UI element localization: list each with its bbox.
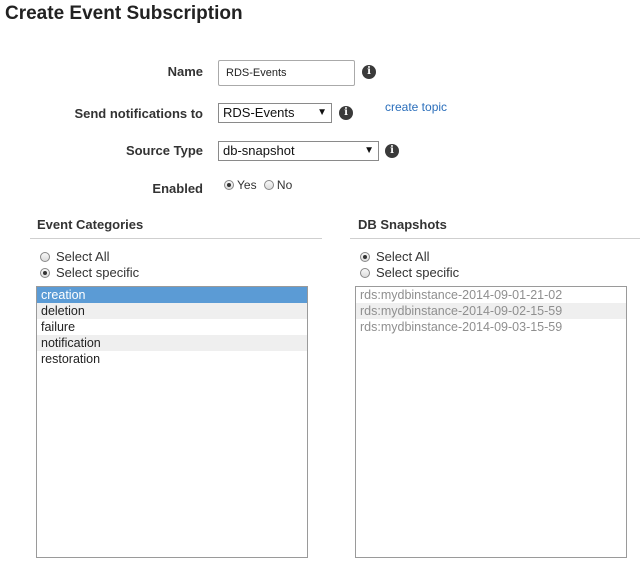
enabled-no-radio[interactable] bbox=[263, 180, 274, 190]
list-item[interactable]: failure bbox=[37, 319, 307, 335]
send-notifications-select[interactable]: RDS-Events ▼ bbox=[218, 103, 332, 123]
db-snapshots-select-specific-label: Select specific bbox=[376, 265, 460, 280]
event-categories-select-all-radio[interactable] bbox=[40, 252, 50, 262]
event-categories-rule bbox=[30, 238, 322, 239]
send-notifications-value: RDS-Events bbox=[223, 105, 295, 120]
event-categories-listbox[interactable]: creation deletion failure notification r… bbox=[36, 286, 308, 558]
event-categories-select-specific-radio[interactable] bbox=[40, 268, 50, 278]
name-label: Name bbox=[167, 64, 203, 79]
event-categories-select-all-option[interactable]: Select All bbox=[40, 249, 109, 264]
enabled-yes-label: Yes bbox=[237, 178, 257, 192]
event-categories-select-specific-label: Select specific bbox=[56, 265, 140, 280]
list-item[interactable]: restoration bbox=[37, 351, 307, 367]
db-snapshots-select-all-option[interactable]: Select All bbox=[360, 249, 429, 264]
enabled-yes-option[interactable]: Yes bbox=[224, 178, 257, 192]
send-notifications-info-icon[interactable]: i bbox=[339, 106, 353, 120]
db-snapshots-select-specific-radio[interactable] bbox=[360, 268, 370, 278]
list-item: rds:mydbinstance-2014-09-02-15-59 bbox=[356, 303, 626, 319]
db-snapshots-select-all-radio[interactable] bbox=[360, 252, 370, 262]
page-title: Create Event Subscription bbox=[5, 3, 243, 24]
event-categories-select-all-label: Select All bbox=[56, 249, 110, 264]
event-categories-title: Event Categories bbox=[37, 217, 144, 232]
event-categories-select-specific-option[interactable]: Select specific bbox=[40, 265, 139, 280]
list-item: rds:mydbinstance-2014-09-03-15-59 bbox=[360, 320, 563, 334]
source-type-label: Source Type bbox=[125, 143, 203, 158]
source-type-select[interactable]: db-snapshot ▼ bbox=[218, 141, 379, 161]
create-topic-link[interactable]: create topic bbox=[385, 100, 447, 114]
list-item[interactable]: deletion bbox=[37, 303, 307, 319]
source-type-info-icon[interactable]: i bbox=[385, 144, 399, 158]
db-snapshots-rule bbox=[350, 238, 640, 239]
db-snapshots-title: DB Snapshots bbox=[358, 217, 447, 232]
enabled-radio-group: Yes No bbox=[224, 178, 292, 192]
enabled-label: Enabled bbox=[152, 181, 203, 196]
enabled-no-option[interactable]: No bbox=[263, 178, 293, 192]
db-snapshots-select-all-label: Select All bbox=[376, 249, 430, 264]
send-notifications-label: Send notifications to bbox=[74, 106, 203, 121]
name-input[interactable] bbox=[218, 60, 355, 86]
list-item[interactable]: creation bbox=[37, 287, 307, 303]
db-snapshots-select-specific-option[interactable]: Select specific bbox=[360, 265, 459, 280]
list-item[interactable]: notification bbox=[37, 335, 307, 351]
source-type-value: db-snapshot bbox=[223, 143, 295, 158]
name-info-icon[interactable]: i bbox=[362, 65, 376, 79]
chevron-down-icon: ▼ bbox=[317, 107, 327, 118]
enabled-yes-radio[interactable] bbox=[224, 180, 234, 190]
db-snapshots-listbox: rds:mydbinstance-2014-09-01-21-02 rds:my… bbox=[355, 286, 627, 558]
enabled-no-label: No bbox=[276, 178, 293, 192]
chevron-down-icon: ▼ bbox=[364, 145, 374, 156]
list-item: rds:mydbinstance-2014-09-01-21-02 bbox=[360, 288, 563, 302]
